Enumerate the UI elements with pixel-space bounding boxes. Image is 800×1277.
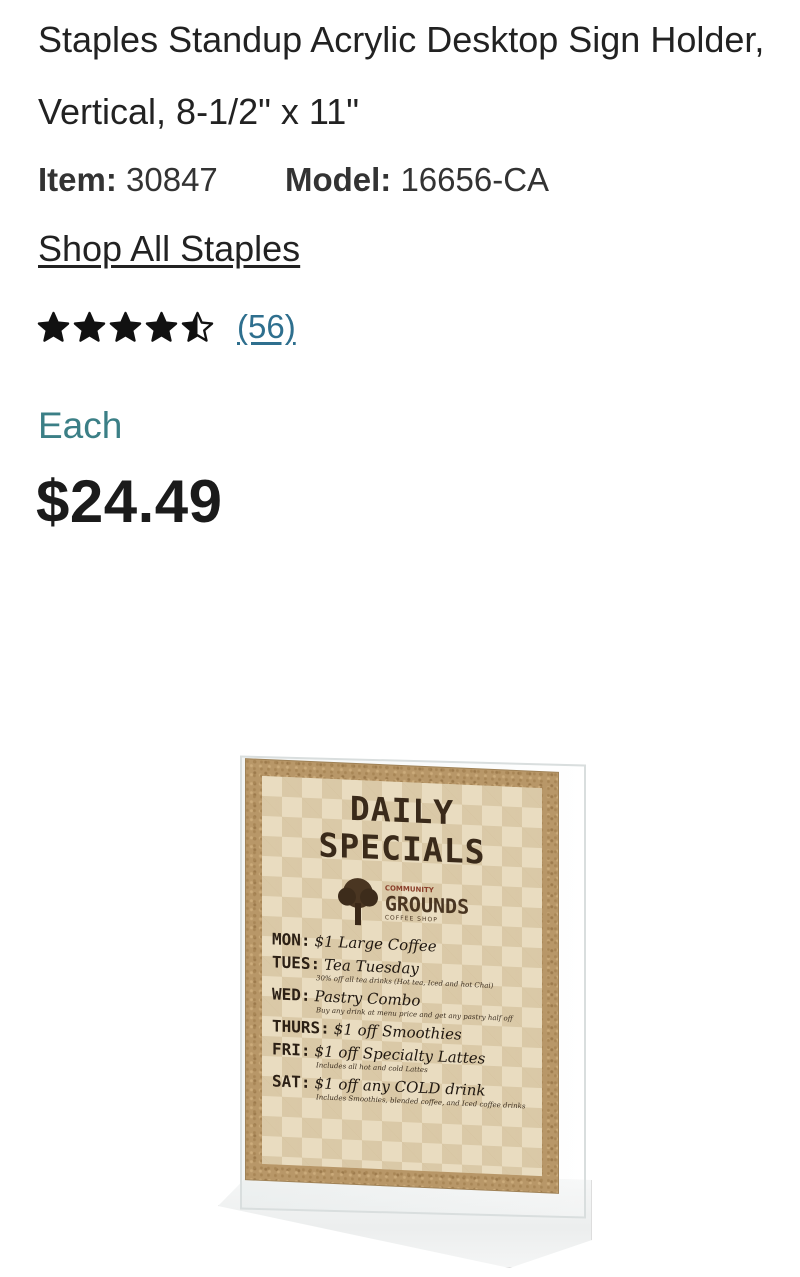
- tree-icon: [337, 878, 378, 926]
- star-full-icon: [145, 311, 178, 342]
- item-number: 30847: [126, 161, 218, 198]
- sign-insert: DAILY SPECIALS COMMUNITY GROUNDS COFFEE …: [246, 759, 558, 1193]
- star-full-icon: [109, 311, 142, 342]
- unit-label: Each: [38, 405, 123, 446]
- item-label: Item:: [38, 161, 117, 198]
- logo-main-text: GROUNDS: [384, 890, 470, 919]
- special-row: SAT: $1 off any COLD drink Includes Smooth…: [272, 1071, 532, 1111]
- shop-all-brand-link[interactable]: Shop All Staples: [38, 226, 300, 272]
- review-count-link[interactable]: (56): [237, 308, 296, 346]
- rating-row[interactable]: (56): [36, 304, 296, 350]
- price: $24.49: [36, 468, 223, 535]
- model-number: 16656-CA: [400, 161, 550, 198]
- sign-heading: DAILY SPECIALS: [318, 788, 486, 872]
- sign-logo: COMMUNITY GROUNDS COFFEE SHOP: [272, 868, 532, 937]
- product-meta: Item: 30847 Model: 16656-CA: [38, 158, 549, 202]
- star-half-icon: [181, 311, 214, 342]
- special-day: MON:: [272, 929, 311, 951]
- special-deal: $1 off Smoothies: [333, 1020, 462, 1044]
- special-day: SAT:: [272, 1071, 311, 1093]
- product-title: Staples Standup Acrylic Desktop Sign Hol…: [38, 19, 765, 132]
- star-rating: [36, 310, 215, 345]
- special-day: WED:: [272, 984, 311, 1006]
- product-image[interactable]: DAILY SPECIALS COMMUNITY GROUNDS COFFEE …: [210, 750, 600, 1270]
- special-day: FRI:: [272, 1039, 311, 1061]
- special-day: TUES:: [272, 952, 321, 974]
- star-full-icon: [73, 311, 106, 342]
- specials-list: MON: $1 Large Coffee TUES: Tea Tuesday 30% o…: [272, 929, 532, 1111]
- special-day: THURS:: [272, 1016, 330, 1038]
- star-full-icon: [37, 311, 70, 342]
- special-deal: $1 Large Coffee: [314, 932, 437, 956]
- model-label: Model:: [284, 161, 392, 198]
